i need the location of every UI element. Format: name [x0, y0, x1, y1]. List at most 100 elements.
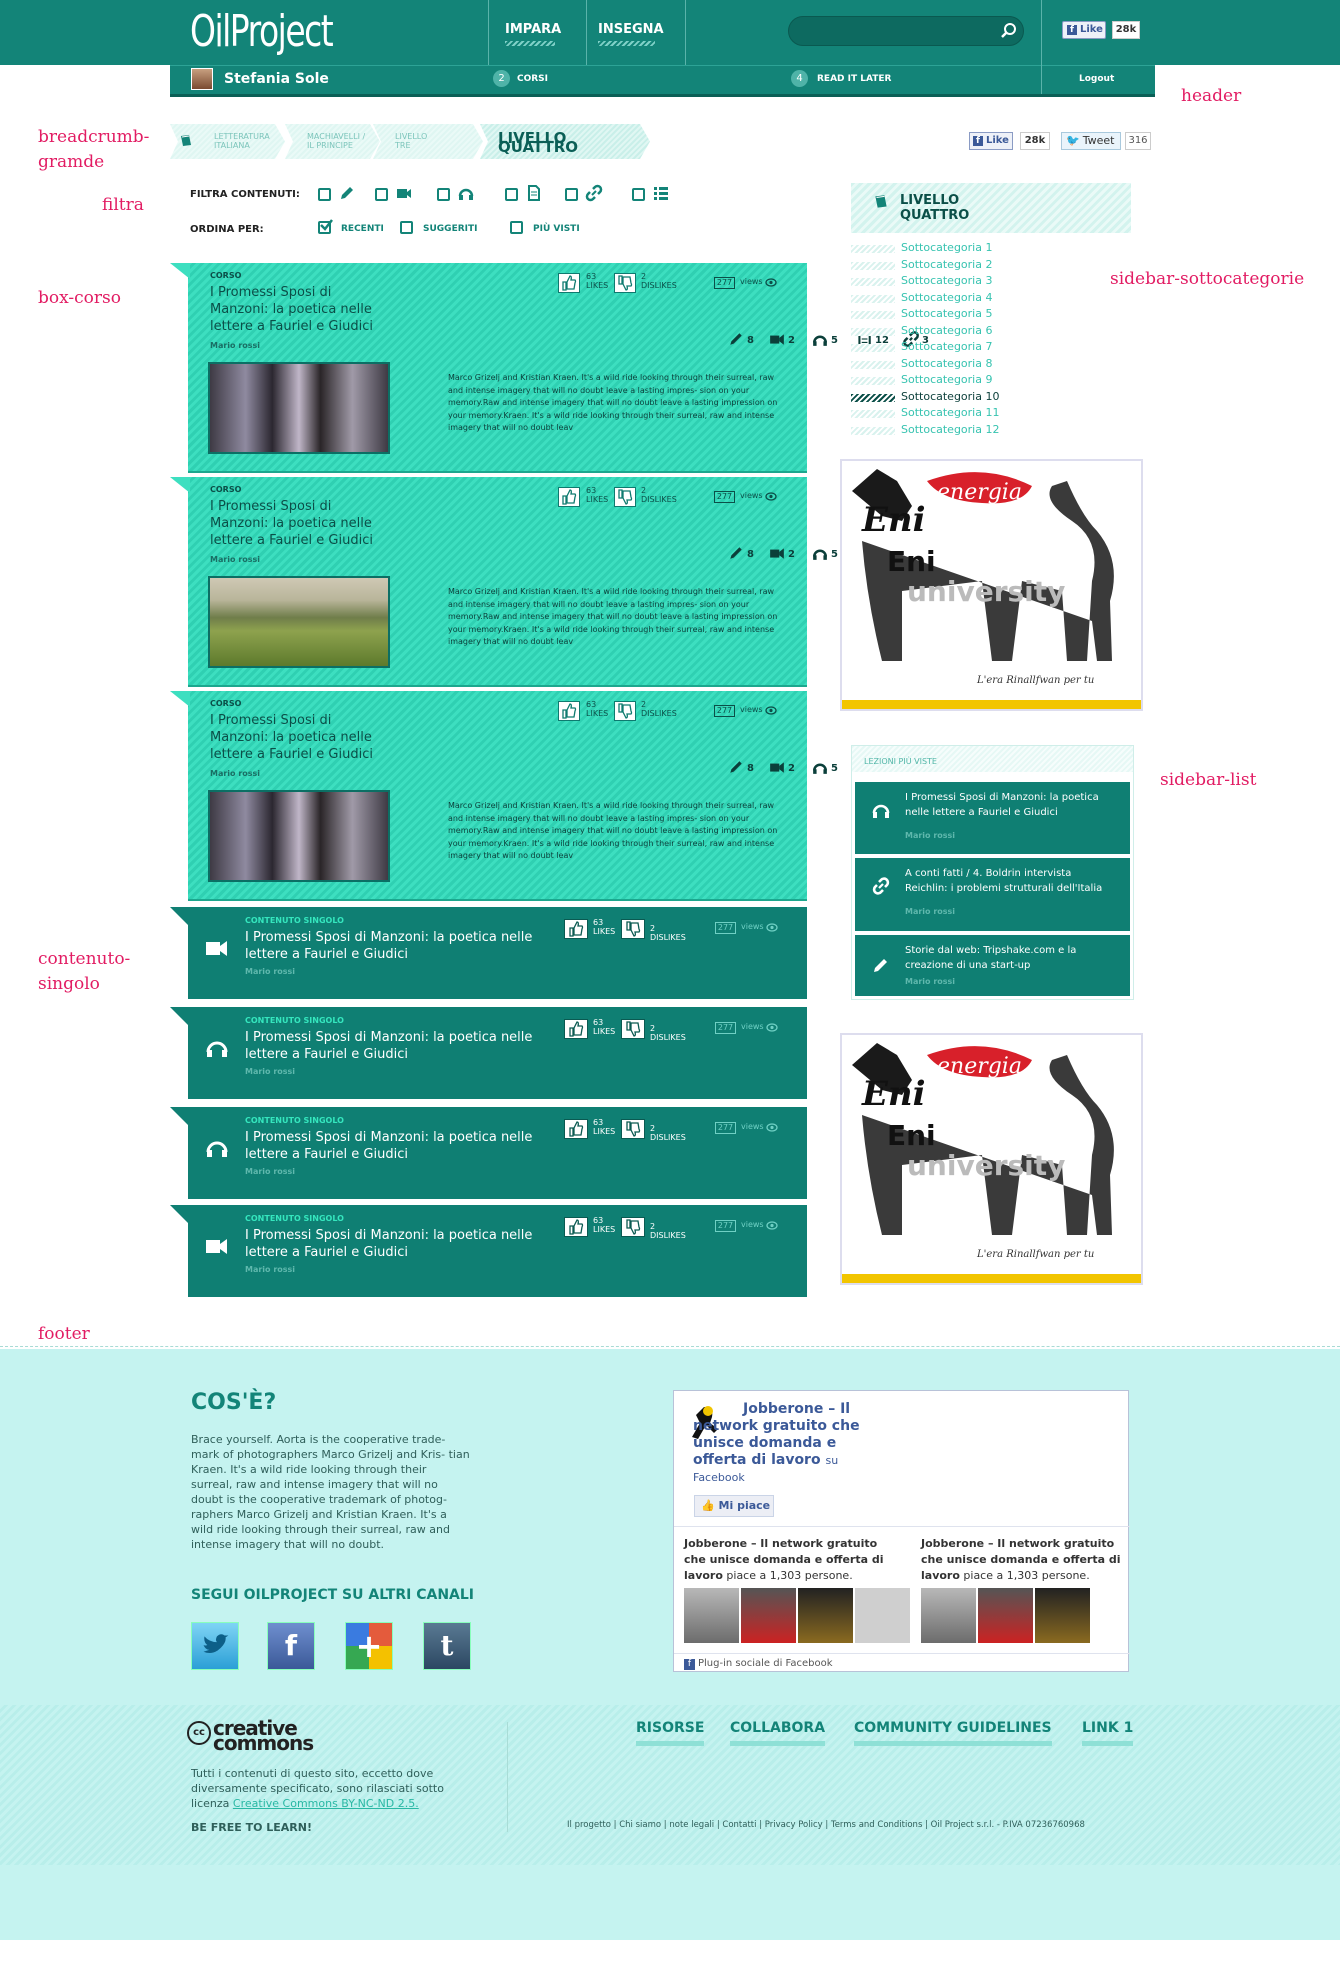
course-author[interactable]: Mario rossi [210, 555, 260, 564]
advert-box[interactable]: energia Eni Eni corporate university L'e… [840, 1033, 1143, 1285]
filter-checkbox-document[interactable] [505, 188, 518, 201]
single-content-box[interactable]: CONTENUTO SINGOLO I Promessi Sposi di Man… [170, 1007, 807, 1099]
order-checkbox-suggeriti[interactable] [400, 221, 413, 234]
course-author[interactable]: Mario rossi [210, 341, 260, 350]
advert-box[interactable]: energia Eni Eni corporate university L'e… [840, 459, 1143, 711]
like-button[interactable] [564, 919, 588, 939]
dislike-button[interactable] [621, 1217, 645, 1237]
twitter-button[interactable] [191, 1622, 239, 1670]
course-title[interactable]: I Promessi Sposi di Manzoni: la poetica … [210, 498, 380, 549]
course-thumbnail[interactable] [208, 362, 390, 454]
fb-widget-plugin[interactable]: f Plug-in sociale di Facebook [684, 1658, 833, 1670]
single-content-box[interactable]: CONTENUTO SINGOLO I Promessi Sposi di Man… [170, 1205, 807, 1297]
course-title[interactable]: I Promessi Sposi di Manzoni: la poetica … [210, 284, 380, 335]
fan-photo[interactable] [741, 1588, 796, 1643]
single-content-title[interactable]: I Promessi Sposi di Manzoni: la poetica … [245, 1029, 545, 1063]
sidebar-subcategory[interactable]: Sottocategoria 8 [851, 357, 1151, 373]
search-icon[interactable] [1000, 22, 1018, 40]
sidebar-subcategory[interactable]: Sottocategoria 1 [851, 241, 1151, 257]
sidebar-subcategory[interactable]: Sottocategoria 12 [851, 423, 1151, 439]
fan-photo[interactable] [921, 1588, 976, 1643]
course-thumbnail[interactable] [208, 790, 390, 882]
order-checkbox-recenti[interactable] [318, 219, 333, 234]
course-box[interactable]: CORSO I Promessi Sposi di Manzoni: la poe… [170, 477, 929, 687]
filter-checkbox-list[interactable] [632, 188, 645, 201]
sidebar-subcategory[interactable]: Sottocategoria 11 [851, 406, 1151, 422]
sidebar-list-item[interactable]: A conti fatti / 4. Boldrin intervista Re… [855, 858, 1130, 931]
dislike-button[interactable] [614, 701, 636, 721]
avatar[interactable] [191, 68, 213, 90]
filter-checkbox-audio[interactable] [437, 188, 450, 201]
filter-checkbox-write[interactable] [318, 188, 331, 201]
single-content-box[interactable]: CONTENUTO SINGOLO I Promessi Sposi di Man… [170, 907, 807, 999]
fan-photo[interactable] [1035, 1588, 1090, 1643]
dislike-button[interactable] [621, 919, 645, 939]
footer-link-guidelines[interactable]: COMMUNITY GUIDELINES [854, 1720, 1052, 1746]
course-thumbnail[interactable] [208, 576, 390, 668]
facebook-like-button[interactable]: f Like [1062, 21, 1106, 39]
single-content-box[interactable]: CONTENUTO SINGOLO I Promessi Sposi di Man… [170, 1107, 807, 1199]
sidebar-subcategory[interactable]: Sottocategoria 4 [851, 291, 1151, 307]
search-input[interactable] [788, 16, 1024, 46]
sidebar-subcategory[interactable]: Sottocategoria 9 [851, 373, 1151, 389]
order-option-recenti[interactable]: RECENTI [341, 224, 384, 234]
single-content-title[interactable]: I Promessi Sposi di Manzoni: la poetica … [245, 1227, 545, 1261]
order-checkbox-piu-visti[interactable] [510, 221, 523, 234]
sidebar-subcategory[interactable]: Sottocategoria 3 [851, 274, 1151, 290]
fan-photo[interactable] [978, 1588, 1033, 1643]
sidebar-subcategory[interactable]: Sottocategoria 2 [851, 258, 1151, 274]
single-content-title[interactable]: I Promessi Sposi di Manzoni: la poetica … [245, 1129, 545, 1163]
fb-widget-like-button[interactable]: 👍 Mi piace [694, 1495, 774, 1517]
facebook-like-button[interactable]: f Like [969, 132, 1013, 150]
order-option-piu-visti[interactable]: PIÙ VISTI [533, 224, 580, 234]
logo[interactable]: OilProject [190, 6, 334, 57]
filter-checkbox-link[interactable] [565, 188, 578, 201]
footer-link-risorse[interactable]: RISORSE [636, 1720, 705, 1746]
read-later-link[interactable]: READ IT LATER [817, 74, 892, 84]
like-button[interactable] [558, 487, 580, 507]
course-author[interactable]: Mario rossi [210, 769, 260, 778]
fan-photo[interactable] [684, 1588, 739, 1643]
corsi-link[interactable]: CORSI [517, 74, 548, 84]
single-content-title[interactable]: I Promessi Sposi di Manzoni: la poetica … [245, 929, 545, 963]
footer-link-1[interactable]: LINK 1 [1082, 1720, 1134, 1746]
creative-commons-logo[interactable]: cc creative commons [187, 1718, 314, 1753]
filter-checkbox-video[interactable] [375, 188, 388, 201]
dislike-button[interactable] [614, 487, 636, 507]
fan-photo[interactable] [855, 1588, 910, 1643]
sidebar-subcategory[interactable]: Sottocategoria 10 [851, 390, 1151, 406]
facebook-page-widget[interactable]: Jobberone – Il network gratuito che unis… [673, 1390, 1130, 1672]
breadcrumb-item[interactable]: LIVELLO TRE [373, 124, 483, 159]
course-box[interactable]: CORSO I Promessi Sposi di Manzoni: la poe… [170, 263, 929, 473]
like-button[interactable] [564, 1019, 588, 1039]
tumblr-button[interactable]: t [423, 1622, 471, 1670]
single-content-author[interactable]: Mario rossi [245, 1167, 295, 1176]
order-option-suggeriti[interactable]: SUGGERITI [423, 224, 477, 234]
like-button[interactable] [564, 1119, 588, 1139]
single-content-author[interactable]: Mario rossi [245, 967, 295, 976]
dislike-button[interactable] [621, 1019, 645, 1039]
sidebar-list-item[interactable]: Storie dal web: Tripshake.com e la creaz… [855, 935, 1130, 996]
sidebar-subcategory[interactable]: Sottocategoria 7 [851, 340, 1151, 356]
breadcrumb-item[interactable]: MACHIAVELLI / IL PRINCIPE [285, 124, 380, 159]
single-content-author[interactable]: Mario rossi [245, 1067, 295, 1076]
tweet-button[interactable]: 🐦 Tweet [1061, 132, 1121, 150]
sidebar-subcategory[interactable]: Sottocategoria 6 [851, 324, 1151, 340]
course-box[interactable]: CORSO I Promessi Sposi di Manzoni: la poe… [170, 691, 929, 901]
like-button[interactable] [564, 1217, 588, 1237]
like-button[interactable] [558, 701, 580, 721]
nav-insegna[interactable]: INSEGNA [598, 22, 664, 37]
footer-legal-links[interactable]: Il progetto | Chi siamo | note legali | … [567, 1820, 1085, 1830]
sidebar-list-item[interactable]: I Promessi Sposi di Manzoni: la poetica … [855, 782, 1130, 854]
dislike-button[interactable] [614, 273, 636, 293]
fan-photo[interactable] [798, 1588, 853, 1643]
user-name[interactable]: Stefania Sole [224, 71, 329, 87]
footer-link-collabora[interactable]: COLLABORA [730, 1720, 826, 1746]
sidebar-subcategory[interactable]: Sottocategoria 5 [851, 307, 1151, 323]
google-plus-button[interactable]: + [345, 1622, 393, 1670]
like-button[interactable] [558, 273, 580, 293]
facebook-button[interactable]: f [267, 1622, 315, 1670]
course-title[interactable]: I Promessi Sposi di Manzoni: la poetica … [210, 712, 380, 763]
nav-impara[interactable]: IMPARA [505, 22, 561, 37]
single-content-author[interactable]: Mario rossi [245, 1265, 295, 1274]
